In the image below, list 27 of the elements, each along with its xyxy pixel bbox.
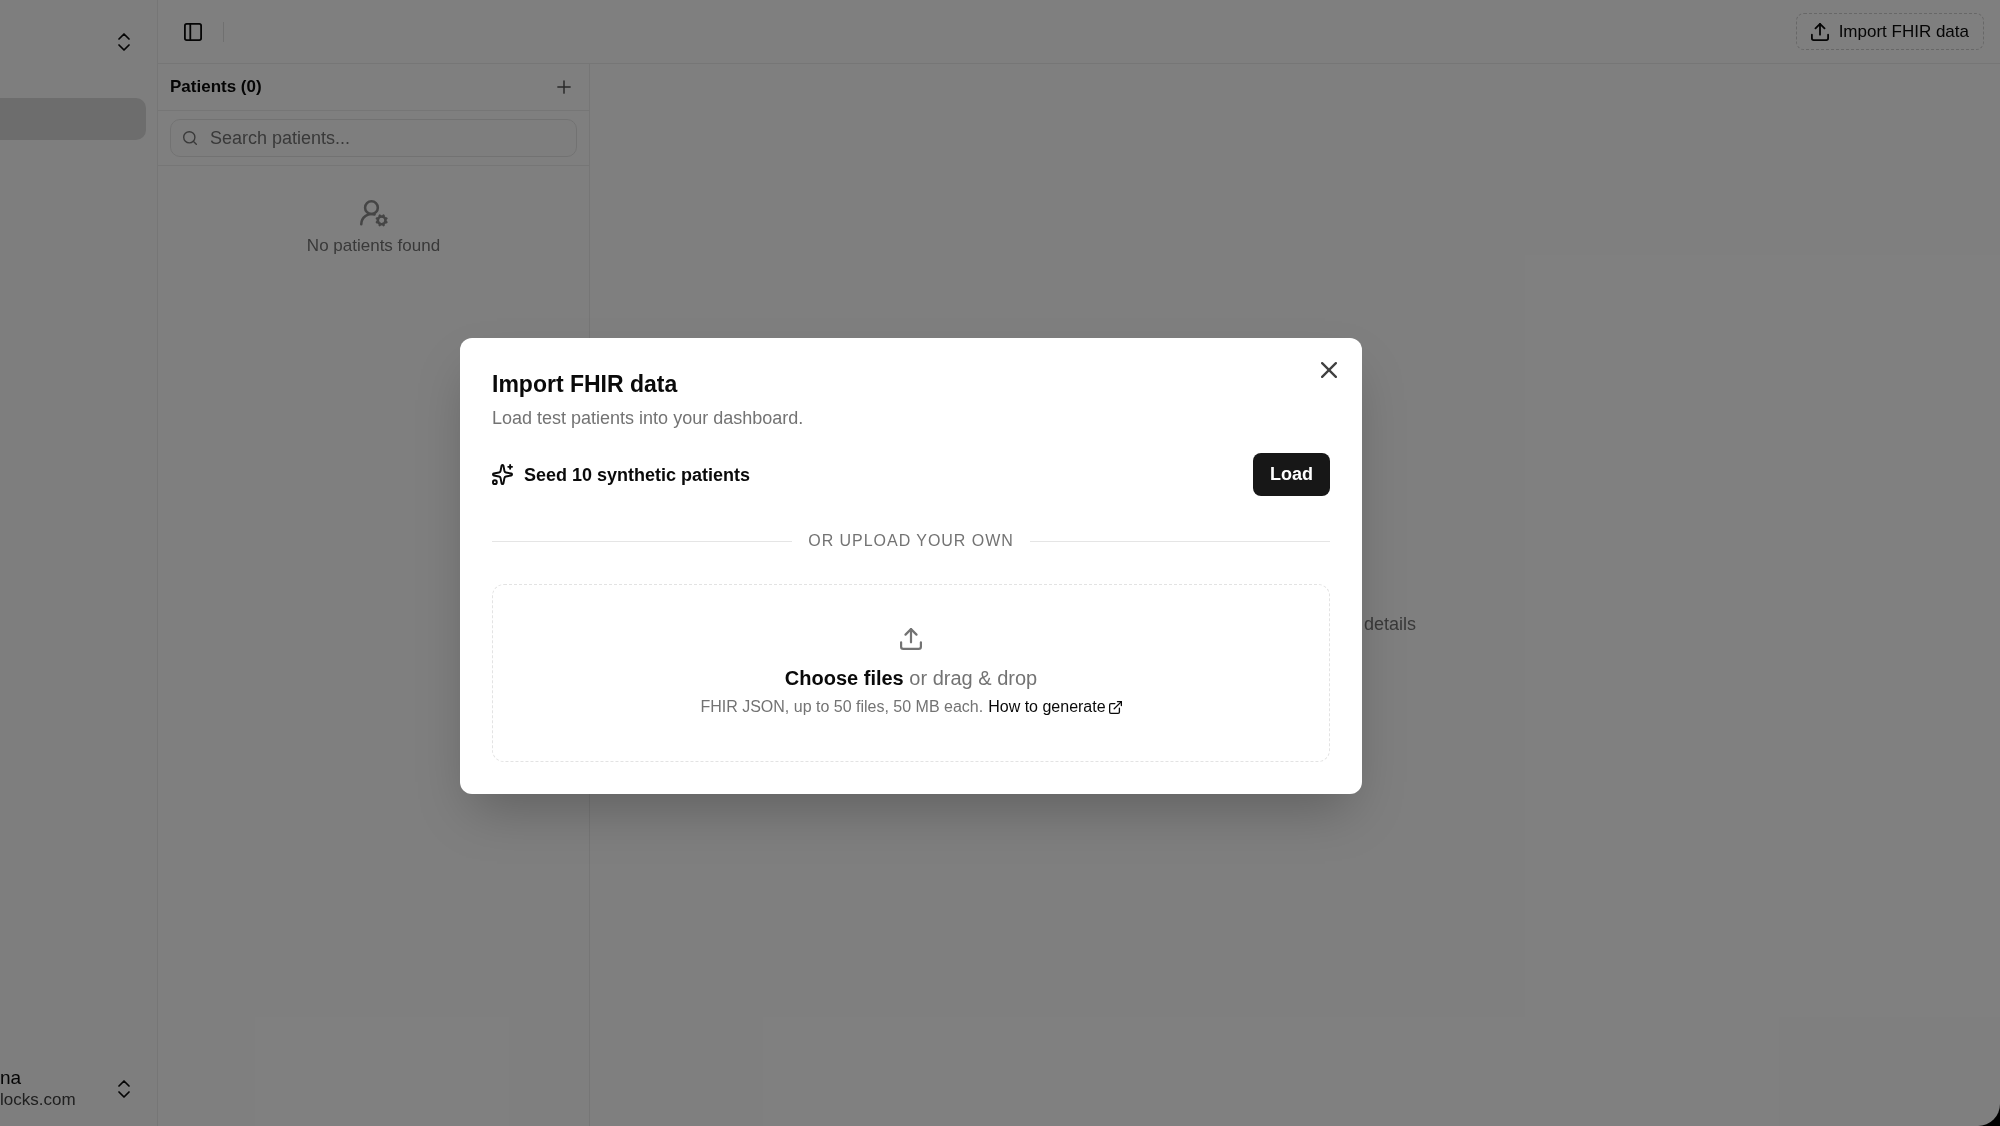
load-button[interactable]: Load — [1253, 453, 1330, 496]
upload-icon — [900, 628, 922, 650]
file-dropzone[interactable]: Choose files or drag & drop FHIR JSON, up to 50 files, 50 MB each. How to generate — [492, 584, 1330, 762]
external-link-icon — [1108, 700, 1122, 714]
empty-state-text: No patients found — [306, 235, 441, 257]
dialog-description: Load test patients into your dashboard. — [492, 407, 805, 430]
sidebar-toggle-icon[interactable] — [184, 22, 202, 41]
search-icon — [183, 131, 197, 145]
account-email: locks.com — [0, 1089, 76, 1111]
sparkles-icon — [492, 464, 513, 485]
divider-label: OR UPLOAD YOUR OWN — [808, 531, 1014, 551]
upload-icon — [1810, 22, 1829, 41]
dialog-title: Import FHIR data — [492, 370, 679, 398]
account-name: na — [0, 1066, 23, 1089]
search-field[interactable]: Search patients... — [170, 119, 577, 157]
user-gear-icon — [359, 200, 388, 228]
seed-label: Seed 10 synthetic patients — [524, 463, 751, 487]
chevrons-up-down-icon[interactable] — [118, 1079, 130, 1098]
panel-title: Patients (0) — [170, 76, 262, 98]
import-button[interactable]: Import FHIR data — [1795, 13, 1984, 50]
close-icon — [1321, 362, 1337, 378]
chevrons-up-down-icon[interactable] — [118, 33, 130, 51]
upload-prompt: Choose files or drag & drop — [784, 666, 1038, 691]
file-requirements-text: FHIR JSON, up to 50 files, 50 MB each. How to generate — [700, 696, 1122, 718]
detail-hint-text: details — [1364, 614, 1417, 634]
how-to-generate-link[interactable]: How to generate — [988, 696, 1122, 718]
add-icon[interactable] — [557, 80, 571, 94]
